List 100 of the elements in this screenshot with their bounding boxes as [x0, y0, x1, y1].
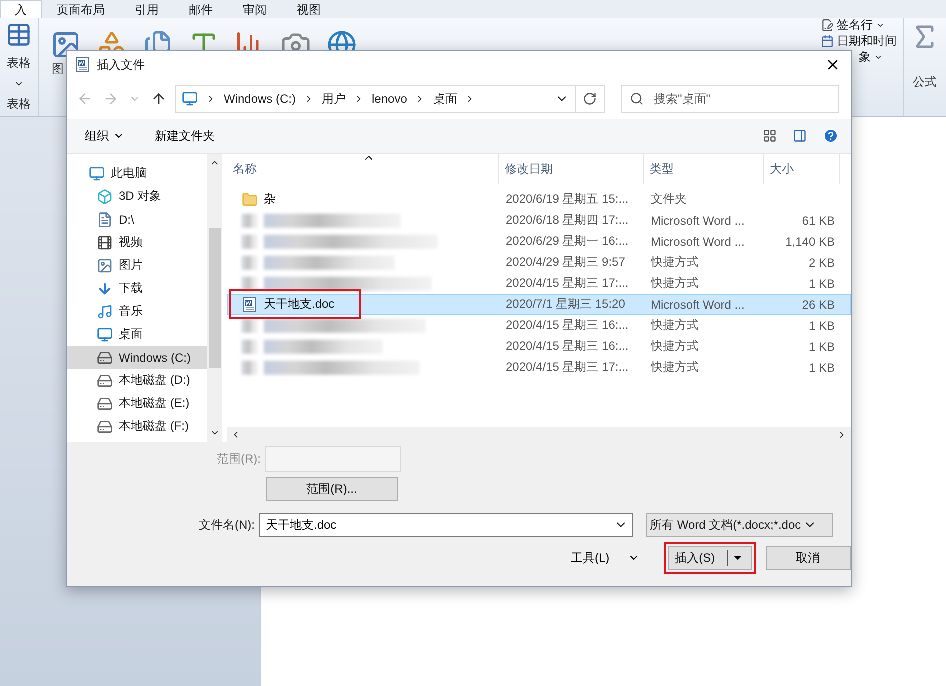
blurred-icon — [242, 214, 258, 228]
document-icon — [97, 212, 113, 228]
ribbon-tab[interactable]: 入 — [0, 0, 42, 18]
size-cell-text: 1 KB — [808, 360, 836, 374]
drive-icon — [97, 372, 113, 388]
film-icon — [97, 234, 113, 250]
type-cell-text: Microsoft Word ... — [650, 298, 746, 312]
computer-icon — [89, 166, 105, 182]
address-bar[interactable]: Windows (C:) 用户 lenovo 桌面 — [175, 85, 576, 113]
file-row[interactable]: 天干地支.doc 2020/7/1 星期三 15:20 Microsoft Word ... 26 KB — [227, 294, 851, 315]
type-cell-text: Microsoft Word ... — [650, 234, 746, 248]
nav-item[interactable]: 视频 — [67, 231, 207, 254]
breadcrumb[interactable]: Windows (C:) — [224, 92, 296, 106]
nav-item[interactable]: 音乐 — [67, 300, 207, 323]
file-row[interactable]: 2020/4/15 星期三 17:... 快捷方式 1 KB — [227, 273, 851, 294]
help-icon — [823, 128, 839, 144]
insert-button[interactable]: 插入(S) — [668, 546, 752, 570]
type-cell-text: 快捷方式 — [650, 317, 700, 334]
picture-icon — [51, 30, 81, 60]
nav-item[interactable]: 图片 — [67, 254, 207, 277]
nav-item[interactable]: Windows (C:) — [67, 346, 207, 369]
column-header[interactable]: 类型 — [644, 154, 764, 184]
window-title: 插入文件 — [97, 56, 146, 74]
desktop-icon — [182, 91, 198, 107]
breadcrumb[interactable]: 用户 — [322, 90, 346, 108]
download-icon — [97, 280, 113, 296]
signature-icon — [821, 18, 834, 32]
drive-icon — [97, 418, 113, 434]
file-row[interactable]: 2020/4/15 星期三 16:... 快捷方式 1 KB — [227, 315, 851, 336]
object-item[interactable]: 象 — [859, 50, 897, 64]
new-folder-button[interactable]: 新建文件夹 — [153, 126, 217, 146]
blurred-icon — [242, 318, 258, 332]
column-header[interactable]: 修改日期 — [499, 154, 644, 184]
ribbon-tab[interactable]: 审阅 — [228, 0, 282, 18]
signature-line-item[interactable]: 签名行 — [821, 18, 897, 32]
filename-label: 文件名(N): — [198, 516, 256, 534]
file-row[interactable]: 2020/4/29 星期三 9:57 快捷方式 2 KB — [227, 252, 851, 273]
nav-item[interactable]: 桌面 — [67, 323, 207, 346]
formula-button[interactable]: 公式 — [913, 74, 937, 91]
group-label: 表格 — [7, 96, 31, 113]
ribbon-tab[interactable]: 邮件 — [174, 0, 228, 18]
file-row[interactable]: 2020/6/18 星期四 17:... Microsoft Word ... 61 KB — [227, 210, 851, 231]
size-cell-text: 1,140 KB — [784, 234, 836, 248]
cube-icon — [97, 188, 113, 204]
nav-item[interactable]: D:\ — [67, 208, 207, 231]
type-cell-text: 快捷方式 — [650, 254, 700, 271]
filename-field[interactable]: 天干地支.doc — [259, 513, 633, 537]
desktop-icon — [97, 326, 113, 342]
file-row[interactable]: 杂 2020/6/19 星期五 15:... 文件夹 — [227, 189, 851, 210]
date-cell-text: 2020/4/29 星期三 9:57 — [505, 254, 626, 271]
date-cell-text: 2020/4/15 星期三 17:... — [505, 275, 630, 292]
nav-item[interactable]: 本地磁盘 (E:) — [67, 392, 207, 415]
word-logo-icon — [75, 57, 91, 73]
ribbon-tab[interactable]: 引用 — [120, 0, 174, 18]
breadcrumb[interactable]: 桌面 — [433, 90, 458, 108]
search-field[interactable]: 搜索"桌面" — [621, 85, 839, 113]
date-time-item[interactable]: 日期和时间 — [821, 34, 897, 48]
picture-label: 图 — [52, 62, 64, 76]
breadcrumb[interactable]: lenovo — [372, 92, 408, 106]
system-drive-icon — [97, 350, 113, 366]
scrollbar[interactable] — [207, 154, 222, 442]
size-cell-text: 2 KB — [808, 256, 836, 270]
filename-input[interactable]: 天干地支.doc — [264, 517, 588, 533]
nav-item[interactable]: 下载 — [67, 277, 207, 300]
range-label: 范围(R): — [216, 450, 262, 468]
nav-item[interactable]: 本地磁盘 (F:) — [67, 415, 207, 438]
file-type-dropdown[interactable]: 所有 Word 文档(*.docx;*.doc — [646, 513, 833, 537]
table-button[interactable]: 表格 — [7, 55, 31, 72]
picture-icon — [97, 258, 113, 274]
table-icon — [6, 22, 32, 48]
horizontal-scrollbar[interactable] — [227, 427, 851, 442]
nav-item[interactable]: 此电脑 — [67, 162, 207, 185]
word-document-icon — [242, 296, 258, 312]
file-name: 杂 — [264, 191, 276, 208]
organize-button[interactable]: 组织 — [83, 126, 127, 146]
file-name: 天干地支.doc — [264, 296, 335, 313]
nav-item[interactable]: 3D 对象 — [67, 185, 207, 208]
size-cell-text: 26 KB — [801, 298, 836, 312]
ribbon-tab[interactable]: 视图 — [282, 0, 336, 18]
search-input[interactable]: 搜索"桌面" — [652, 91, 806, 107]
file-row[interactable]: 2020/4/15 星期三 17:... 快捷方式 1 KB — [227, 357, 851, 378]
folder-icon — [242, 192, 258, 208]
tools-button[interactable]: 工具(L) — [565, 548, 646, 568]
range-button[interactable]: 范围(R)... — [266, 477, 398, 501]
view-icon[interactable] — [763, 129, 777, 143]
column-header[interactable]: 大小 — [764, 154, 840, 184]
type-cell-text: 快捷方式 — [650, 338, 700, 355]
nav-item[interactable]: 本地磁盘 (D:) — [67, 369, 207, 392]
blurred-icon — [242, 340, 258, 354]
cancel-button[interactable]: 取消 — [766, 546, 851, 570]
date-cell-text: 2020/6/19 星期五 15:... — [505, 191, 630, 208]
calendar-icon — [821, 34, 834, 48]
size-cell-text: 1 KB — [808, 318, 836, 332]
file-row[interactable]: 2020/4/15 星期三 16:... 快捷方式 1 KB — [227, 336, 851, 357]
file-row[interactable]: 2020/6/29 星期一 16:... Microsoft Word ... 1,140 KB — [227, 231, 851, 252]
size-cell-text: 61 KB — [801, 214, 836, 228]
ribbon-tab[interactable]: 页面布局 — [42, 0, 120, 18]
column-header[interactable]: 名称 — [227, 154, 499, 184]
refresh-button[interactable] — [575, 85, 605, 113]
type-cell-text: Microsoft Word ... — [650, 214, 746, 228]
